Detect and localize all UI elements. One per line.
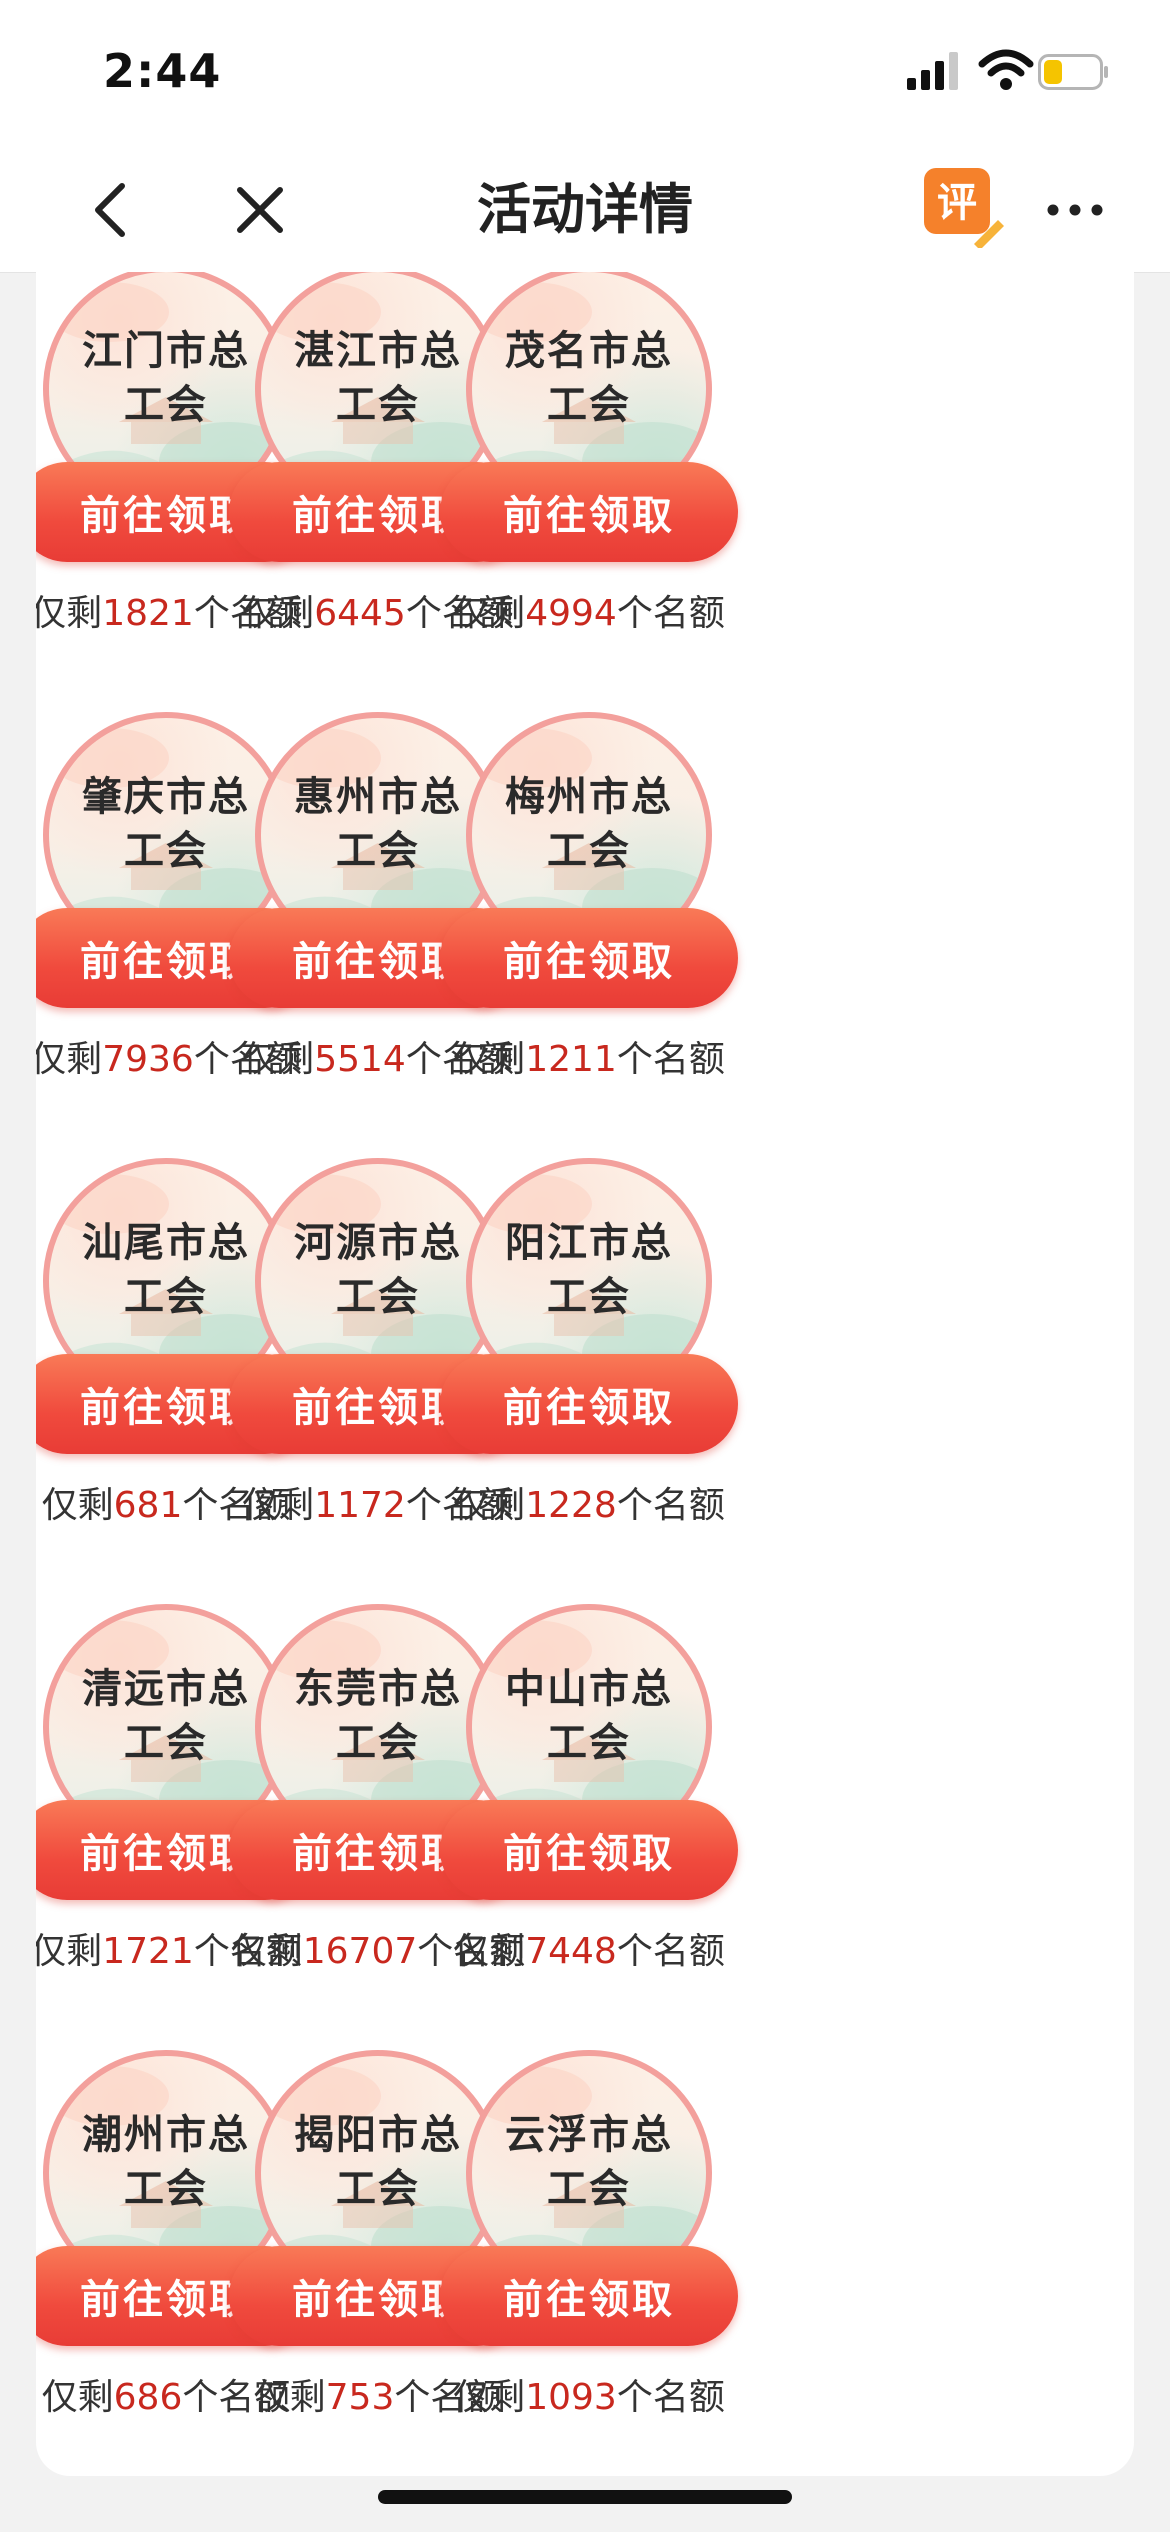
union-name: 云浮市总 工会 bbox=[482, 2108, 696, 2216]
quota-prefix: 仅剩 bbox=[453, 2377, 526, 2418]
quota-prefix: 仅剩 bbox=[253, 2377, 326, 2418]
union-name-line: 工会 bbox=[547, 382, 631, 428]
quota-count: 16707 bbox=[302, 1931, 418, 1972]
union-grid-card: 江门市总 工会 前往领取 仅剩1821个名额 湛江市总 工会 前往领取 仅剩6445个名额 茂名… bbox=[36, 272, 1134, 2476]
quota-prefix: 仅剩 bbox=[453, 593, 526, 634]
union-name: 阳江市总 工会 bbox=[482, 1216, 696, 1324]
quota-count: 681 bbox=[113, 1485, 183, 1526]
quota-prefix: 仅剩 bbox=[36, 1931, 103, 1972]
union-name-line: 云浮市总 bbox=[505, 2112, 673, 2158]
quota-prefix: 仅剩 bbox=[41, 2377, 114, 2418]
claim-button[interactable]: 前往领取 bbox=[440, 1354, 738, 1454]
quota-count: 7936 bbox=[102, 1039, 194, 1080]
quota-text: 仅剩1211个名额 bbox=[404, 1030, 774, 1082]
review-badge-icon[interactable]: 评 bbox=[924, 168, 1004, 248]
signal-icon bbox=[907, 52, 958, 90]
quota-prefix: 仅剩 bbox=[453, 1485, 526, 1526]
quota-count: 753 bbox=[325, 2377, 395, 2418]
union-item: 中山市总工会前往领取仅剩7448个名额 bbox=[424, 1604, 754, 2024]
status-bar: 2:44 bbox=[0, 0, 1170, 150]
union-name: 中山市总 工会 bbox=[482, 1662, 696, 1770]
quota-suffix: 个名额 bbox=[616, 593, 725, 634]
union-item: 梅州市总工会前往领取仅剩1211个名额 bbox=[424, 712, 754, 1132]
quota-count: 1721 bbox=[102, 1931, 194, 1972]
quota-suffix: 个名额 bbox=[616, 1485, 725, 1526]
quota-suffix: 个名额 bbox=[616, 1931, 725, 1972]
union-name-line: 阳江市总 bbox=[505, 1220, 673, 1266]
union-name: 茂名市总 工会 bbox=[482, 324, 696, 432]
review-badge-label: 评 bbox=[937, 180, 977, 226]
quota-prefix: 仅剩 bbox=[242, 1485, 315, 1526]
more-dots-icon[interactable] bbox=[1045, 184, 1105, 236]
quota-prefix: 仅剩 bbox=[36, 1039, 103, 1080]
union-name: 梅州市总 工会 bbox=[482, 770, 696, 878]
quota-count: 1211 bbox=[525, 1039, 617, 1080]
claim-button[interactable]: 前往领取 bbox=[440, 2246, 738, 2346]
quota-count: 5514 bbox=[314, 1039, 406, 1080]
quota-suffix: 个名额 bbox=[616, 2377, 725, 2418]
union-name-line: 茂名市总 bbox=[505, 328, 673, 374]
quota-count: 6445 bbox=[314, 593, 406, 634]
union-name-line: 梅州市总 bbox=[505, 774, 673, 820]
quota-text: 仅剩7448个名额 bbox=[404, 1922, 774, 1974]
quota-prefix: 仅剩 bbox=[453, 1931, 526, 1972]
union-name-line: 工会 bbox=[547, 1274, 631, 1320]
quota-prefix: 仅剩 bbox=[230, 1931, 303, 1972]
quota-text: 仅剩4994个名额 bbox=[404, 584, 774, 636]
union-item: 云浮市总工会前往领取仅剩1093个名额 bbox=[424, 2050, 754, 2470]
union-name-line: 工会 bbox=[547, 1720, 631, 1766]
union-name-line: 中山市总 bbox=[505, 1666, 673, 1712]
union-item: 茂名市总工会前往领取仅剩4994个名额 bbox=[424, 272, 754, 686]
quota-prefix: 仅剩 bbox=[242, 593, 315, 634]
quota-count: 7448 bbox=[525, 1931, 617, 1972]
claim-button[interactable]: 前往领取 bbox=[440, 462, 738, 562]
claim-button[interactable]: 前往领取 bbox=[440, 1800, 738, 1900]
union-item: 阳江市总工会前往领取仅剩1228个名额 bbox=[424, 1158, 754, 1578]
claim-button[interactable]: 前往领取 bbox=[440, 908, 738, 1008]
battery-icon bbox=[1038, 54, 1108, 90]
nav-bar: 活动详情 评 bbox=[0, 150, 1170, 273]
quota-prefix: 仅剩 bbox=[242, 1039, 315, 1080]
quota-prefix: 仅剩 bbox=[41, 1485, 114, 1526]
quota-count: 686 bbox=[113, 2377, 183, 2418]
quota-prefix: 仅剩 bbox=[453, 1039, 526, 1080]
quota-count: 1172 bbox=[314, 1485, 406, 1526]
status-time: 2:44 bbox=[103, 44, 222, 98]
quota-text: 仅剩1093个名额 bbox=[404, 2368, 774, 2420]
union-name-line: 工会 bbox=[547, 2166, 631, 2212]
union-name-line: 工会 bbox=[547, 828, 631, 874]
quota-count: 4994 bbox=[525, 593, 617, 634]
quota-text: 仅剩1228个名额 bbox=[404, 1476, 774, 1528]
wifi-icon bbox=[978, 49, 1034, 90]
quota-prefix: 仅剩 bbox=[36, 593, 103, 634]
quota-count: 1228 bbox=[525, 1485, 617, 1526]
quota-count: 1093 bbox=[525, 2377, 617, 2418]
quota-suffix: 个名额 bbox=[616, 1039, 725, 1080]
quota-count: 1821 bbox=[102, 593, 194, 634]
home-indicator bbox=[378, 2490, 792, 2504]
